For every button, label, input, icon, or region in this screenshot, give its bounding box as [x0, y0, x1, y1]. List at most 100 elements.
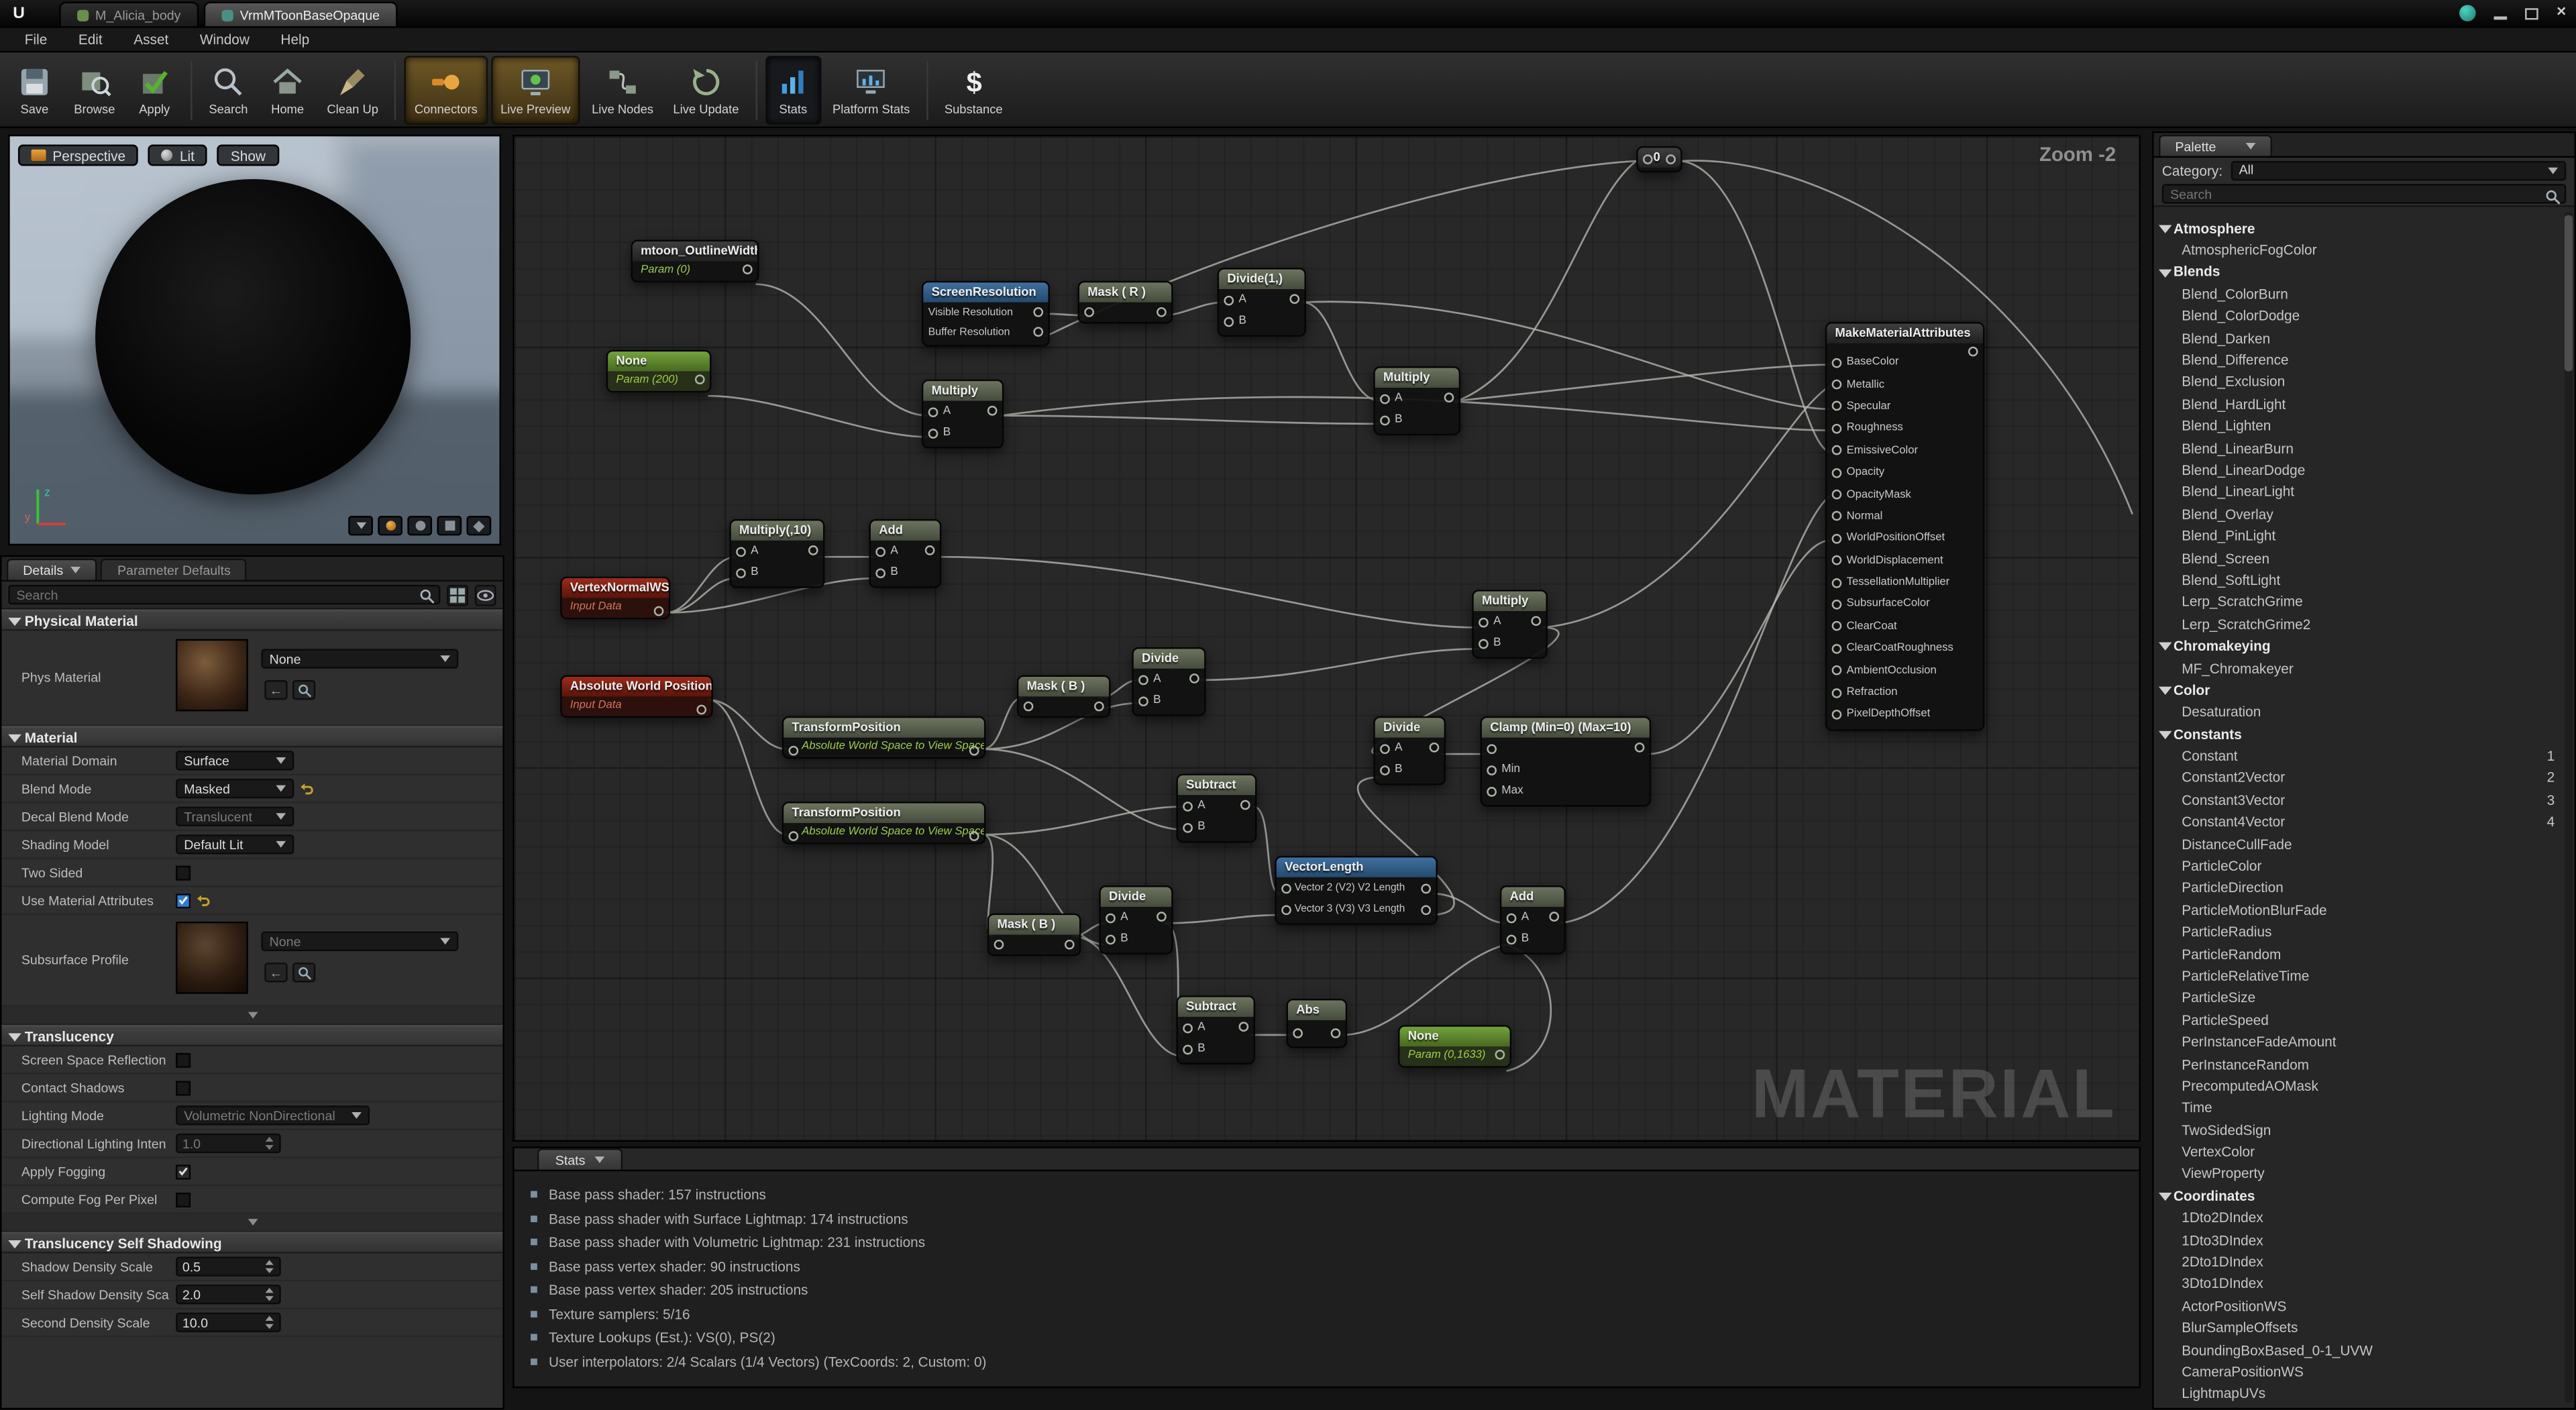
- input-pin[interactable]: [1832, 622, 1842, 632]
- tab-details[interactable]: Details: [7, 559, 98, 580]
- palette-list-item[interactable]: 1Dto3DIndex: [2154, 1229, 2561, 1251]
- output-pin[interactable]: [1968, 347, 1978, 357]
- viewport-plane-preview-button[interactable]: [437, 516, 462, 535]
- palette-list-item[interactable]: MF_Chromakeyer: [2154, 657, 2561, 679]
- spinner-arrows-icon[interactable]: [264, 1314, 274, 1330]
- maximize-button[interactable]: [2525, 7, 2538, 19]
- node-constant-0[interactable]: 0: [1636, 146, 1682, 172]
- input-pin[interactable]: [994, 940, 1004, 950]
- palette-list-item[interactable]: ParticleRadius: [2154, 921, 2561, 943]
- palette-list-item[interactable]: Blend_Difference: [2154, 349, 2561, 371]
- input-pin[interactable]: [789, 746, 799, 756]
- details-search-input[interactable]: [8, 585, 440, 604]
- input-pin[interactable]: [736, 546, 746, 556]
- palette-list-item[interactable]: ParticleMotionBlurFade: [2154, 899, 2561, 921]
- compute-fog-per-pixel-checkbox[interactable]: [176, 1192, 191, 1207]
- palette-list-item[interactable]: CameraPositionWS: [2154, 1361, 2561, 1383]
- toolbar-live-update-button[interactable]: Live Update: [665, 55, 747, 124]
- input-pin[interactable]: [1183, 1022, 1193, 1032]
- input-pin[interactable]: [1832, 380, 1842, 390]
- input-pin[interactable]: [1281, 904, 1291, 914]
- input-pin[interactable]: [1281, 883, 1291, 893]
- palette-list-item[interactable]: Lerp_ScratchGrime: [2154, 591, 2561, 613]
- screen-space-reflection-checkbox[interactable]: [176, 1052, 191, 1067]
- output-pin[interactable]: [1157, 912, 1167, 922]
- output-pin[interactable]: [696, 705, 706, 715]
- toolbar-search-button[interactable]: Search: [201, 55, 256, 124]
- output-pin[interactable]: [1065, 940, 1075, 950]
- menu-help[interactable]: Help: [280, 32, 309, 48]
- input-pin[interactable]: [1832, 710, 1842, 720]
- lit-button[interactable]: Lit: [148, 145, 207, 166]
- palette-list-item[interactable]: 1Dto2DIndex: [2154, 1207, 2561, 1229]
- input-pin[interactable]: [1832, 643, 1842, 653]
- palette-list-item[interactable]: Color: [2154, 679, 2561, 701]
- input-pin[interactable]: [1380, 765, 1390, 775]
- apply-fogging-checkbox[interactable]: [176, 1164, 191, 1179]
- node-multiply-c[interactable]: Multiply AB: [1472, 590, 1548, 659]
- input-pin[interactable]: [1832, 468, 1842, 478]
- input-pin[interactable]: [1183, 801, 1193, 811]
- palette-list-item[interactable]: LightmapUVs: [2154, 1382, 2561, 1405]
- second-density-scale-field[interactable]: 10.0: [176, 1313, 281, 1332]
- input-pin[interactable]: [1380, 415, 1390, 425]
- view-options-eye-icon[interactable]: [475, 584, 496, 606]
- subsurface-profile-thumbnail[interactable]: [176, 922, 248, 994]
- toolbar-apply-button[interactable]: Apply: [127, 55, 182, 124]
- output-pin[interactable]: [1531, 616, 1541, 626]
- viewport-cube-preview-button[interactable]: [467, 516, 492, 535]
- palette-list-item[interactable]: 3Dto1DIndex: [2154, 1272, 2561, 1295]
- palette-list-item[interactable]: ViewProperty: [2154, 1162, 2561, 1185]
- palette-list-item[interactable]: ActorPositionWS: [2154, 1295, 2561, 1317]
- palette-list-item[interactable]: Blend_Overlay: [2154, 503, 2561, 525]
- input-pin[interactable]: [1293, 1028, 1303, 1038]
- menu-asset[interactable]: Asset: [133, 32, 168, 48]
- palette-list-item[interactable]: VertexColor: [2154, 1141, 2561, 1163]
- palette-list-item[interactable]: AtmosphericFogColor: [2154, 239, 2561, 261]
- toolbar-live-preview-button[interactable]: Live Preview: [490, 55, 580, 124]
- output-pin[interactable]: [1495, 1050, 1505, 1060]
- toolbar-home-button[interactable]: Home: [260, 55, 315, 124]
- input-pin[interactable]: [1380, 743, 1390, 753]
- output-pin[interactable]: [1240, 800, 1250, 810]
- directional-lighting-intensity-field[interactable]: 1.0: [176, 1134, 281, 1153]
- palette-list-item[interactable]: ParticleSpeed: [2154, 1009, 2561, 1031]
- input-pin[interactable]: [1106, 934, 1116, 944]
- blend-mode-combo[interactable]: Masked: [176, 779, 294, 798]
- palette-list-item[interactable]: Blend_Darken: [2154, 327, 2561, 349]
- output-pin[interactable]: [1549, 912, 1559, 922]
- section-translucency[interactable]: Translucency: [1, 1025, 502, 1046]
- shadow-density-scale-field[interactable]: 0.5: [176, 1256, 281, 1276]
- input-pin[interactable]: [789, 831, 799, 841]
- node-transformposition-1[interactable]: TransformPosition Absolute World Space t…: [782, 716, 986, 759]
- palette-list-item[interactable]: Constant4Vector 4: [2154, 811, 2561, 833]
- phys-material-thumbnail[interactable]: [176, 639, 248, 712]
- expand-advanced-button[interactable]: [1, 1007, 502, 1025]
- reset-to-default-icon[interactable]: [299, 781, 314, 796]
- input-pin[interactable]: [1138, 696, 1148, 706]
- output-pin[interactable]: [695, 374, 705, 384]
- node-subtract-1[interactable]: Subtract AB: [1176, 773, 1256, 843]
- palette-list-item[interactable]: Chromakeying: [2154, 635, 2561, 657]
- output-pin[interactable]: [1033, 327, 1043, 337]
- use-selected-asset-button[interactable]: ←: [264, 963, 287, 982]
- spinner-arrows-icon[interactable]: [264, 1135, 274, 1151]
- node-multiply-a[interactable]: Multiply AB: [922, 380, 1004, 449]
- input-pin[interactable]: [1832, 402, 1842, 412]
- output-pin[interactable]: [969, 746, 979, 756]
- browse-asset-icon[interactable]: [292, 963, 315, 982]
- palette-list-item[interactable]: 2Dto1DIndex: [2154, 1251, 2561, 1273]
- toolbar-substance-button[interactable]: $ Substance: [936, 55, 1011, 124]
- input-pin[interactable]: [1643, 154, 1653, 164]
- category-combo[interactable]: All: [2231, 160, 2566, 180]
- palette-list-item[interactable]: Blend_Screen: [2154, 547, 2561, 569]
- input-pin[interactable]: [1832, 688, 1842, 698]
- node-transformposition-2[interactable]: TransformPosition Absolute World Space t…: [782, 802, 986, 845]
- palette-list-item[interactable]: Blend_LinearLight: [2154, 481, 2561, 503]
- show-button[interactable]: Show: [217, 145, 278, 166]
- input-pin[interactable]: [1832, 533, 1842, 543]
- toolbar-clean-up-button[interactable]: Clean Up: [319, 55, 386, 124]
- toolbar-save-button[interactable]: Save: [7, 55, 62, 124]
- palette-list-item[interactable]: ParticleRelativeTime: [2154, 965, 2561, 987]
- node-add-2[interactable]: Add AB: [1500, 885, 1566, 955]
